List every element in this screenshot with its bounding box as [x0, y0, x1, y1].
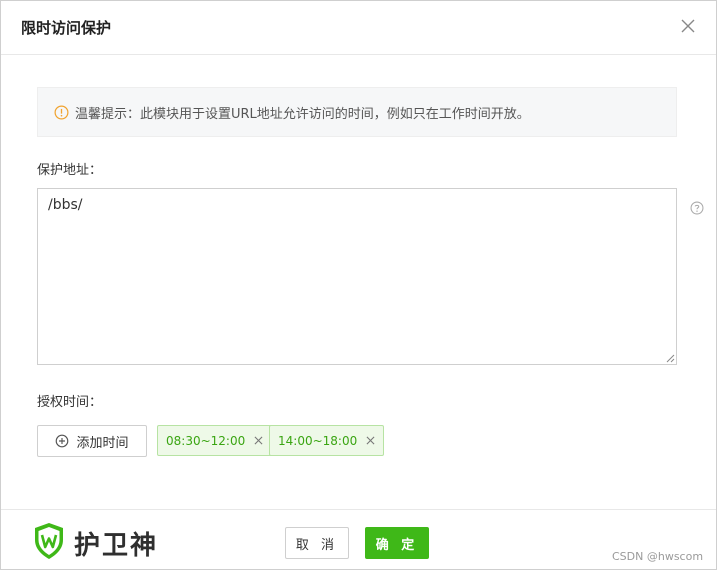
plus-circle-icon: [56, 434, 69, 448]
tip-text: 温馨提示：此模块用于设置URL地址允许访问的时间，例如只在工作时间开放。: [75, 106, 530, 122]
auth-time-label: 授权时间：: [37, 395, 103, 410]
dialog: 限时访问保护 温馨提示：此模块用于设置URL地址允许访问的时间，例如只在工作时间…: [0, 0, 717, 570]
close-icon[interactable]: [366, 436, 375, 445]
time-tag-label: 14:00~18:00: [278, 433, 358, 448]
footer-divider: [1, 509, 716, 510]
add-time-label: 添加时间: [76, 435, 129, 451]
close-icon[interactable]: [254, 436, 263, 445]
add-time-button[interactable]: 添加时间: [37, 425, 147, 457]
brand-name: 护卫神: [74, 531, 159, 561]
tip-banner: 温馨提示：此模块用于设置URL地址允许访问的时间，例如只在工作时间开放。: [37, 87, 677, 137]
confirm-button[interactable]: 确 定: [365, 527, 429, 559]
time-tag-label: 08:30~12:00: [166, 433, 246, 448]
address-label: 保护地址：: [37, 163, 103, 178]
time-tag: 08:30~12:00: [157, 425, 273, 456]
question-circle-icon[interactable]: [690, 201, 704, 215]
watermark: CSDN @hwscom: [612, 550, 704, 563]
shield-logo-icon: [35, 523, 63, 559]
time-tag: 14:00~18:00: [269, 425, 385, 456]
address-textarea[interactable]: /bbs/: [37, 188, 677, 365]
cancel-button[interactable]: 取 消: [285, 527, 349, 559]
dialog-title: 限时访问保护: [21, 19, 112, 37]
dialog-header: 限时访问保护: [1, 1, 716, 55]
close-icon[interactable]: [680, 18, 696, 34]
resize-grip-icon[interactable]: [665, 353, 675, 363]
warning-circle-icon: [54, 105, 69, 119]
